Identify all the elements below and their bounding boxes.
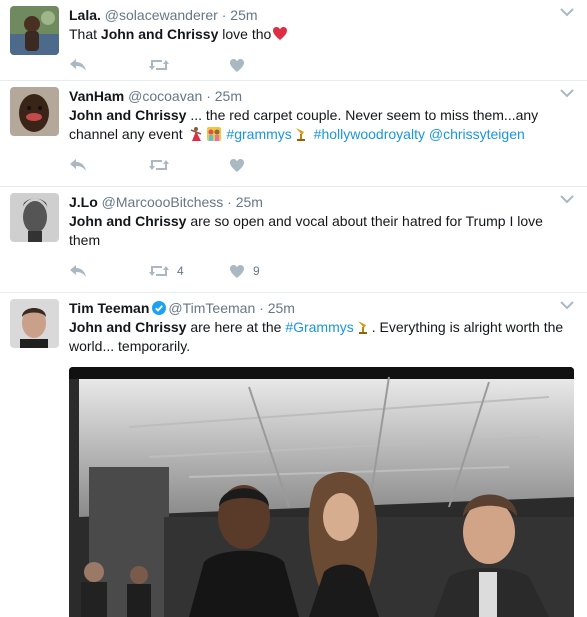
hashtag-link[interactable]: #grammys [226, 126, 291, 142]
display-name[interactable]: VanHam [69, 88, 124, 104]
couple-emoji [206, 127, 221, 141]
username[interactable]: @cocoavan [128, 88, 202, 104]
red-carpet-photo [69, 367, 574, 617]
separator-dot: · [206, 88, 211, 104]
display-name[interactable]: Lala. [69, 7, 101, 23]
text-segment: That [69, 26, 101, 42]
heart-icon [230, 264, 244, 278]
reply-button[interactable] [69, 58, 149, 72]
chevron-down-icon[interactable] [559, 299, 575, 311]
hashtag-link[interactable]: #Grammys [285, 319, 353, 335]
tweet[interactable]: Lala. @solacewanderer · 25m That John an… [0, 0, 587, 81]
chevron-down-icon[interactable] [559, 6, 575, 18]
gramophone-emoji [357, 321, 367, 334]
reply-button[interactable] [69, 264, 149, 278]
hashtag-link[interactable]: #hollywoodroyalty [314, 126, 425, 142]
tweet-actions [69, 156, 577, 174]
tweet-header: Lala. @solacewanderer · 25m [69, 6, 577, 24]
highlighted-term: John and Chrissy [100, 26, 219, 42]
retweet-count: 4 [177, 264, 184, 278]
username[interactable]: @TimTeeman [168, 300, 255, 316]
avatar[interactable] [10, 6, 59, 55]
mention-link[interactable]: @chrissyteigen [429, 126, 525, 142]
like-button[interactable] [229, 58, 289, 73]
retweet-icon [149, 160, 169, 170]
tweet-actions: 4 9 [69, 262, 577, 280]
tweet[interactable]: VanHam @cocoavan · 25m John and Chrissy … [0, 81, 587, 187]
timestamp[interactable]: 25m [236, 194, 263, 210]
tweet-header: J.Lo @MarcoooBitchess · 25m [69, 193, 577, 211]
username[interactable]: @solacewanderer [105, 7, 218, 23]
tweet-photo[interactable] [69, 367, 574, 617]
reply-icon [70, 59, 86, 71]
reply-icon [70, 265, 86, 277]
display-name[interactable]: J.Lo [69, 194, 98, 210]
red-heart-emoji [273, 27, 288, 40]
reply-icon [70, 159, 86, 171]
tweet[interactable]: J.Lo @MarcoooBitchess · 25m John and Chr… [0, 187, 587, 293]
separator-dot: · [227, 194, 232, 210]
like-button[interactable] [229, 158, 289, 173]
retweet-button[interactable] [149, 58, 229, 72]
tweet-text: That John and Chrissy love tho [69, 25, 577, 44]
tweet-header: Tim Teeman @TimTeeman · 25m [69, 299, 577, 317]
heart-icon [230, 58, 244, 72]
verified-badge-icon [152, 301, 167, 315]
text-segment: love tho [218, 26, 272, 42]
username[interactable]: @MarcoooBitchess [102, 194, 224, 210]
timestamp[interactable]: 25m [268, 300, 295, 316]
avatar[interactable] [10, 299, 59, 348]
like-button[interactable]: 9 [229, 264, 289, 279]
display-name[interactable]: Tim Teeman [69, 300, 149, 316]
chevron-down-icon[interactable] [559, 193, 575, 205]
reply-button[interactable] [69, 158, 149, 172]
tweet-actions [69, 56, 577, 74]
text-segment: are here at the [186, 319, 286, 335]
heart-icon [230, 158, 244, 172]
retweet-icon [149, 266, 169, 276]
highlighted-term: John and Chrissy [69, 213, 187, 229]
separator-dot: · [259, 300, 264, 316]
avatar[interactable] [10, 193, 59, 242]
avatar[interactable] [10, 87, 59, 136]
tweet-text: John and Chrissy are so open and vocal a… [69, 212, 577, 250]
highlighted-term: John and Chrissy [69, 107, 187, 123]
retweet-button[interactable] [149, 158, 229, 172]
timestamp[interactable]: 25m [215, 88, 242, 104]
tweet-text: John and Chrissy ... the red carpet coup… [69, 106, 577, 144]
separator-dot: · [221, 7, 227, 23]
highlighted-term: John and Chrissy [69, 319, 187, 335]
chevron-down-icon[interactable] [559, 87, 575, 99]
timestamp[interactable]: 25m [230, 7, 257, 23]
gramophone-emoji [295, 128, 305, 141]
dancer-emoji [190, 127, 201, 141]
tweet-header: VanHam @cocoavan · 25m [69, 87, 577, 105]
like-count: 9 [253, 264, 260, 278]
retweet-icon [149, 60, 169, 70]
retweet-button[interactable]: 4 [149, 264, 229, 278]
tweet-text: John and Chrissy are here at the #Grammy… [69, 318, 577, 356]
